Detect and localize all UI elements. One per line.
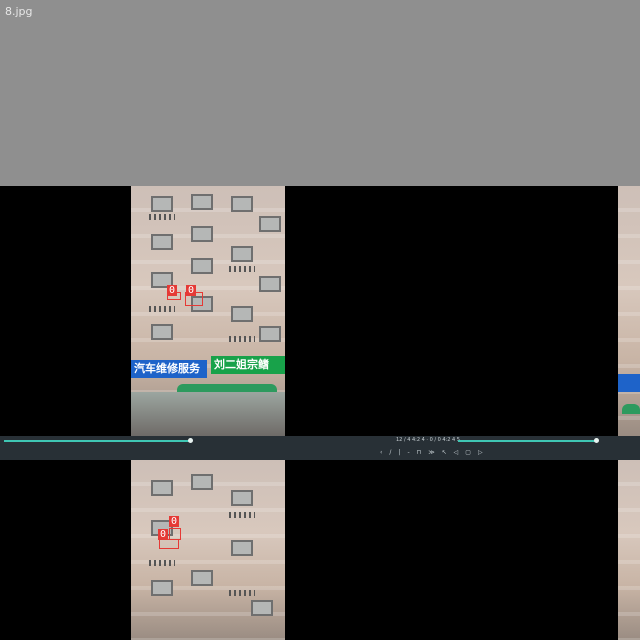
detection-box[interactable] xyxy=(159,539,179,549)
window xyxy=(191,570,213,586)
building-photo: 汽车维修服务 刘二姐宗鳍 0 0 xyxy=(131,186,285,436)
detection-label: 0 xyxy=(169,516,180,527)
window xyxy=(191,226,213,242)
seek-track-right[interactable] xyxy=(458,440,598,442)
play-back-icon[interactable]: ◁ xyxy=(454,449,459,456)
umbrella-awning xyxy=(622,404,640,414)
seek-track-left[interactable] xyxy=(4,440,190,442)
window xyxy=(231,246,253,262)
window xyxy=(231,196,253,212)
minus-icon[interactable]: - xyxy=(407,449,409,456)
canvas-placeholder: 8.jpg xyxy=(0,0,640,186)
street-scene xyxy=(131,392,285,436)
window xyxy=(231,540,253,556)
window xyxy=(231,490,253,506)
slash-icon[interactable]: / xyxy=(389,449,391,456)
seek-handle-end[interactable] xyxy=(594,438,599,443)
window xyxy=(191,258,213,274)
shop-sign-edge xyxy=(618,374,640,392)
control-buttons: ‹ / | - ⊓ ≫ ↖ ◁ ▢ ▷ xyxy=(380,449,483,456)
prev-icon[interactable]: ‹ xyxy=(380,449,382,456)
window xyxy=(191,194,213,210)
balcony-rail xyxy=(149,560,175,566)
window xyxy=(231,306,253,322)
time-readout: 12 / 4 4:2 4 · 0 / 0 4:2 4 5 xyxy=(396,437,460,443)
balcony-rail xyxy=(149,214,175,220)
playback-toolbar: 12 / 4 4:2 4 · 0 / 0 4:2 4 5 ‹ / | - ⊓ ≫… xyxy=(0,436,640,460)
seek-handle[interactable] xyxy=(188,438,193,443)
balcony-rail xyxy=(229,336,255,342)
shop-sign-right: 刘二姐宗鳍 xyxy=(211,356,285,374)
window xyxy=(151,480,173,496)
window xyxy=(151,234,173,250)
window xyxy=(151,196,173,212)
stop-icon[interactable]: ▢ xyxy=(465,449,471,456)
window xyxy=(151,580,173,596)
bar-icon[interactable]: | xyxy=(398,449,400,456)
detection-label: 0 xyxy=(186,285,197,296)
play-icon[interactable]: ▷ xyxy=(478,449,483,456)
frame-icon[interactable]: ⊓ xyxy=(417,449,422,456)
building-photo: 0 0 xyxy=(131,460,285,640)
detection-label: 0 xyxy=(167,285,178,296)
upper-image-pane[interactable]: 汽车维修服务 刘二姐宗鳍 0 0 xyxy=(0,186,640,436)
window xyxy=(151,324,173,340)
cursor-icon[interactable]: ↖ xyxy=(442,449,447,456)
balcony-rail xyxy=(229,512,255,518)
balcony-rail xyxy=(229,590,255,596)
next-image-preview xyxy=(618,460,640,640)
balcony-rail xyxy=(149,306,175,312)
filename-label: 8.jpg xyxy=(5,5,33,18)
next-image-preview xyxy=(618,186,640,436)
detection-label: 0 xyxy=(158,529,169,540)
lower-image-pane[interactable]: 0 0 xyxy=(0,460,640,640)
window xyxy=(251,600,273,616)
window xyxy=(259,276,281,292)
fast-forward-icon[interactable]: ≫ xyxy=(428,449,434,456)
balcony-rail xyxy=(229,266,255,272)
window xyxy=(191,474,213,490)
window xyxy=(259,326,281,342)
shop-sign-left: 汽车维修服务 xyxy=(131,360,207,378)
window xyxy=(259,216,281,232)
